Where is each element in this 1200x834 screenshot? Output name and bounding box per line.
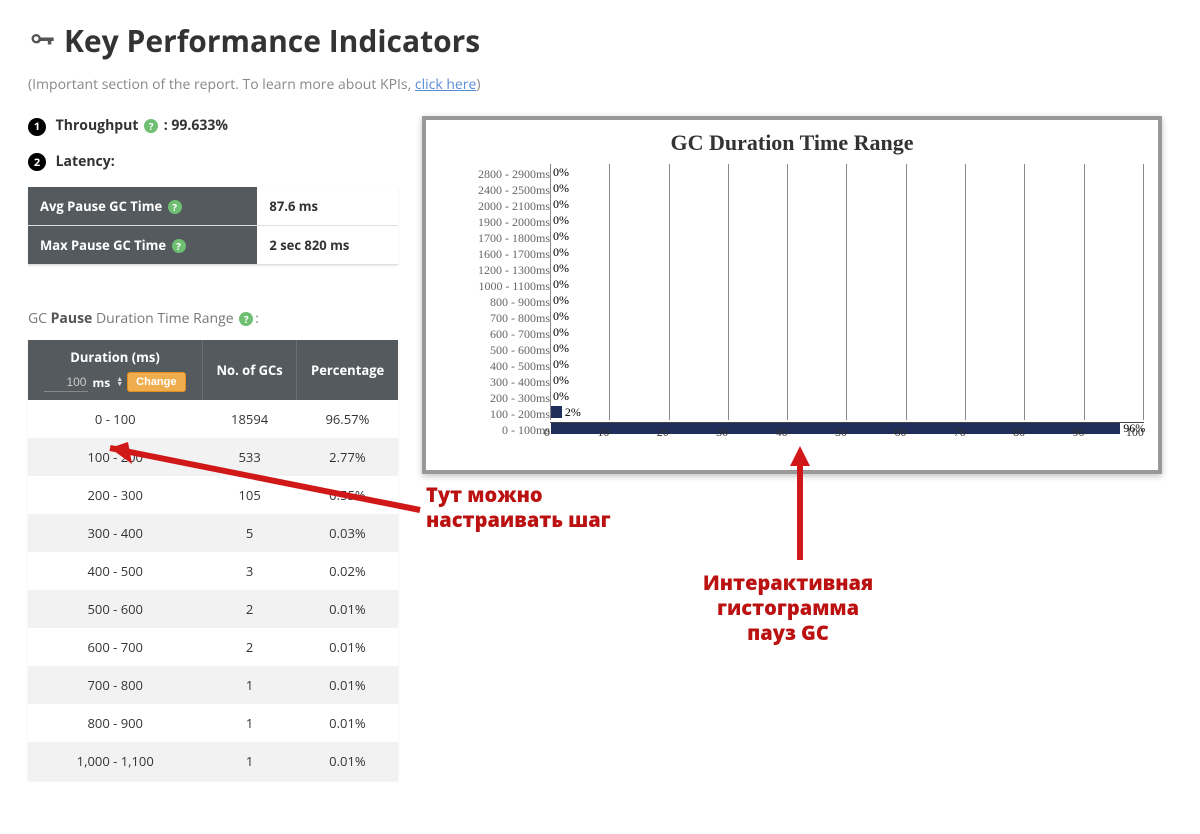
badge-2: 2 [28,153,46,171]
throughput-line: 1 Throughput ? : 99.633% [28,116,398,136]
page-title: Key Performance Indicators [28,20,1172,61]
annotation-histogram: Интерактивная гистограмма пауз GC [668,570,908,645]
sort-icon[interactable]: ▲▼ [116,377,123,387]
table-row: 400 - 50030.02% [28,552,398,590]
chart-bar-label: 0% [553,213,569,228]
chart-bar-label: 0% [553,165,569,180]
page-title-text: Key Performance Indicators [64,20,480,61]
chart-bar-label: 0% [553,245,569,260]
right-column: GC Duration Time Range 2800 - 2900ms2400… [422,116,1172,474]
chart-bar-label: 2% [565,405,581,420]
kpi-learn-more-link[interactable]: click here [415,75,477,94]
help-icon[interactable]: ? [144,119,158,133]
chart-bar-label: 0% [553,181,569,196]
arrow-to-step [80,430,430,550]
chart-bar-label: 0% [553,229,569,244]
chart-y-labels: 2800 - 2900ms2400 - 2500ms2000 - 2100ms1… [440,164,550,460]
table-row: Max Pause GC Time ? 2 sec 820 ms [28,226,398,265]
table-row: 500 - 60020.01% [28,590,398,628]
badge-1: 1 [28,118,46,136]
help-icon[interactable]: ? [239,312,253,326]
chart-x-ticks: 0102030405060708090100 [550,425,1144,440]
page-subtitle: (Important section of the report. To lea… [28,75,1172,94]
col-duration: Duration (ms) ms ▲▼ Change [28,340,202,400]
change-button[interactable]: Change [127,372,185,392]
chart-plot-area: 0%0%0%0%0%0%0%0%0%0%0%0%0%0%0%2%96% 0102… [550,164,1144,460]
chart-bar-label: 0% [553,197,569,212]
col-count: No. of GCs [202,340,296,400]
key-icon [28,27,56,55]
table-row: 700 - 80010.01% [28,666,398,704]
chart-title: GC Duration Time Range [440,130,1144,156]
chart-bar-label: 0% [553,373,569,388]
help-icon[interactable]: ? [172,239,186,253]
chart-bar-label: 0% [553,293,569,308]
table-row: 1,000 - 1,10010.01% [28,742,398,780]
duration-section-label: GC Pause Duration Time Range ?: [28,309,398,328]
chart-bar-label: 0% [553,341,569,356]
annotation-step: Тут можно настраивать шаг [426,482,646,532]
chart-bar-label: 0% [553,325,569,340]
duration-table: Duration (ms) ms ▲▼ Change No. of GCs Pe… [28,340,398,780]
chart-bar-label: 0% [553,277,569,292]
chart-bar[interactable] [551,406,562,418]
latency-table: Avg Pause GC Time ? 87.6 ms Max Pause GC… [28,187,398,265]
col-pct: Percentage [297,340,398,400]
chart-bar-label: 0% [553,389,569,404]
table-row: 800 - 90010.01% [28,704,398,742]
chart-bar-label: 0% [553,261,569,276]
chart-bar-label: 0% [553,309,569,324]
help-icon[interactable]: ? [168,200,182,214]
chart-frame[interactable]: GC Duration Time Range 2800 - 2900ms2400… [422,116,1162,474]
chart-bar-label: 0% [553,357,569,372]
arrow-to-chart [786,440,826,570]
duration-step-input[interactable] [44,373,88,392]
table-row: Avg Pause GC Time ? 87.6 ms [28,187,398,226]
latency-line: 2 Latency: [28,152,398,172]
table-row: 600 - 70020.01% [28,628,398,666]
